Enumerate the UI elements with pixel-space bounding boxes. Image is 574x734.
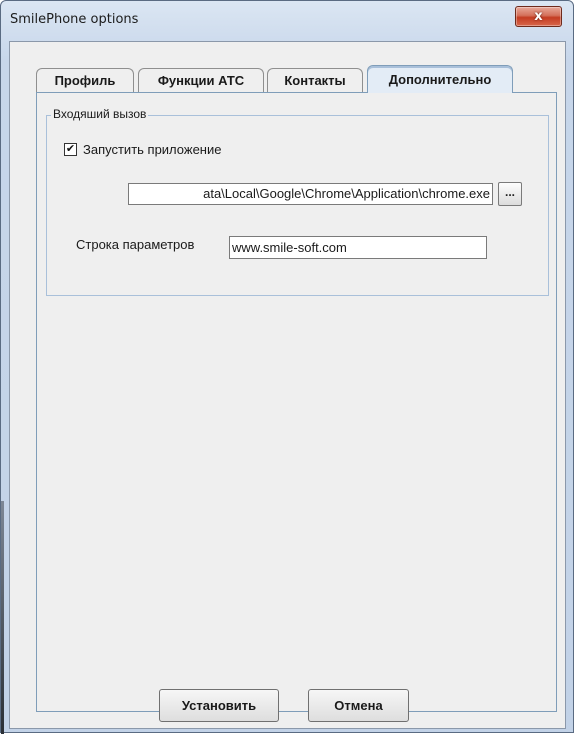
tab-pbx-functions[interactable]: Функции АТС bbox=[138, 68, 264, 92]
app-path-input[interactable]: ata\Local\Google\Chrome\Application\chro… bbox=[128, 183, 493, 205]
tab-contacts-label: Контакты bbox=[284, 73, 346, 88]
app-path-value: ata\Local\Google\Chrome\Application\chro… bbox=[203, 186, 490, 201]
install-button-label: Установить bbox=[181, 698, 257, 713]
params-label: Строка параметров bbox=[76, 237, 195, 252]
cancel-button-label: Отмена bbox=[334, 698, 383, 713]
window-left-edge-shadow bbox=[1, 501, 4, 734]
checkmark-icon: ✔ bbox=[65, 143, 76, 155]
params-input[interactable]: www.smile-soft.com bbox=[229, 236, 487, 259]
options-window: SmilePhone options x Профиль Функции АТС… bbox=[0, 0, 574, 734]
advanced-tab-panel: Входяший вызов ✔ Запустить приложение at… bbox=[36, 92, 557, 712]
cancel-button[interactable]: Отмена bbox=[308, 689, 409, 722]
title-bar[interactable]: SmilePhone options x bbox=[1, 1, 573, 41]
dialog-client-area: Профиль Функции АТС Контакты Дополнитель… bbox=[9, 41, 566, 729]
tab-advanced-label: Дополнительно bbox=[388, 72, 492, 87]
incoming-call-group-title: Входяший вызов bbox=[51, 107, 149, 121]
incoming-call-group: Входяший вызов ✔ Запустить приложение at… bbox=[46, 107, 549, 296]
close-button[interactable]: x bbox=[515, 6, 562, 27]
tab-profile[interactable]: Профиль bbox=[36, 68, 134, 92]
tab-contacts[interactable]: Контакты bbox=[267, 68, 363, 92]
ellipsis-icon: ... bbox=[504, 185, 515, 199]
close-icon: x bbox=[534, 9, 543, 24]
params-value: www.smile-soft.com bbox=[232, 240, 347, 255]
tab-strip: Профиль Функции АТС Контакты Дополнитель… bbox=[36, 65, 536, 93]
browse-button[interactable]: ... bbox=[498, 182, 522, 206]
tab-advanced[interactable]: Дополнительно bbox=[367, 65, 513, 93]
tab-pbx-functions-label: Функции АТС bbox=[157, 73, 245, 88]
install-button[interactable]: Установить bbox=[159, 689, 279, 722]
window-title: SmilePhone options bbox=[10, 12, 139, 27]
launch-app-label[interactable]: Запустить приложение bbox=[83, 142, 221, 157]
launch-app-checkbox[interactable]: ✔ bbox=[64, 143, 77, 156]
tab-profile-label: Профиль bbox=[54, 73, 116, 88]
